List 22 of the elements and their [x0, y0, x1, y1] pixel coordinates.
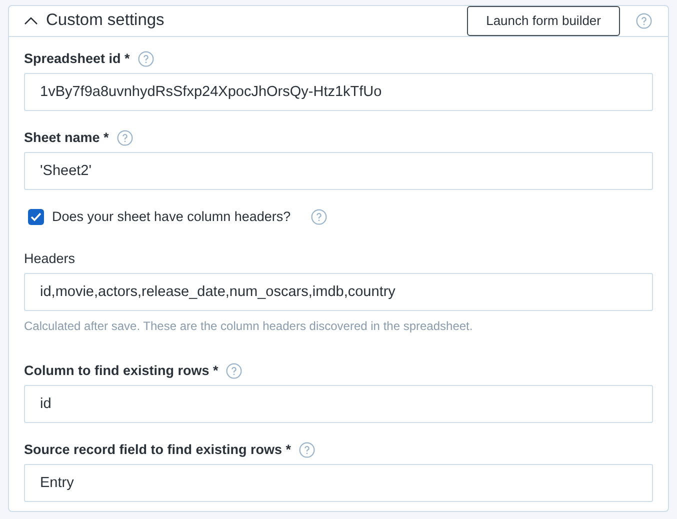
help-icon[interactable] [299, 442, 316, 458]
launch-button[interactable]: Launch form builder [467, 6, 620, 36]
help-icon[interactable] [116, 130, 133, 146]
field-label: Spreadsheet id * [24, 50, 130, 68]
field-label: Source record field to find existing rows * [24, 440, 292, 459]
checkbox[interactable] [28, 208, 44, 224]
field-label: Sheet name * [24, 128, 109, 146]
field-label: Column to find existing rows * [24, 362, 218, 380]
input-field[interactable]: id,movie,actors,release_date,num_oscars,imdb,country [24, 272, 653, 310]
field-label: Headers [24, 250, 76, 268]
input-field[interactable]: id [24, 384, 653, 422]
help-icon[interactable] [636, 12, 652, 29]
chevron-icon[interactable] [24, 16, 38, 26]
input-field[interactable]: 1vBy7f9a8uvnhydRsSfxp24XpocJhOrsQy-Htz1kTfUo [24, 72, 653, 110]
checkbox-label: Does your sheet have column headers? [52, 208, 291, 226]
help-icon[interactable] [226, 362, 242, 378]
help-icon[interactable] [310, 208, 327, 224]
hint-text: Calculated after save. These are the column headers discovered in the spreadsheet. [24, 318, 474, 334]
section-title: Custom settings [46, 10, 164, 32]
input-field[interactable]: Entry [24, 464, 653, 502]
help-icon[interactable] [138, 50, 154, 66]
input-field[interactable]: 'Sheet2' [24, 152, 653, 190]
